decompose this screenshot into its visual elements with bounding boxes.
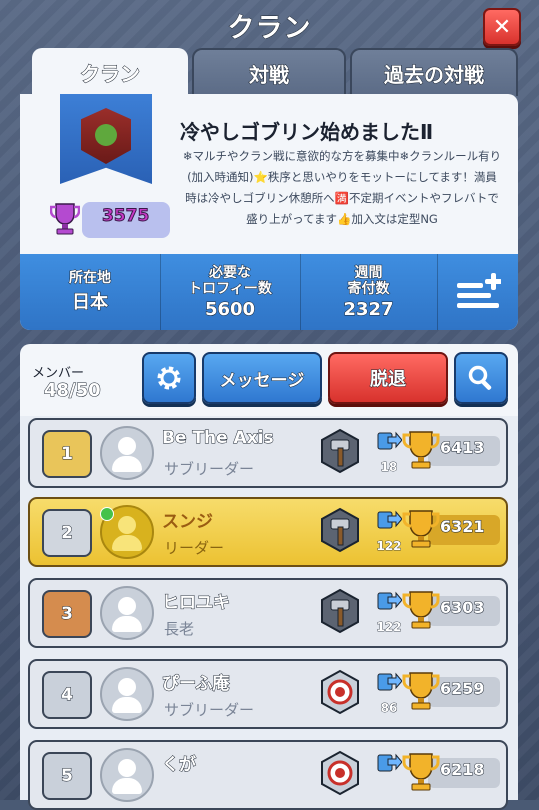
- list-add-icon: [456, 273, 501, 308]
- member-donations: 86: [380, 701, 398, 716]
- tab-clan[interactable]: クラン: [32, 48, 188, 96]
- tab-past-wars[interactable]: 過去の対戦: [350, 48, 518, 96]
- clan-stats-bar: 所在地 日本 必要な トロフィー数 5600 週間 寄付数 2327: [20, 254, 518, 330]
- close-button[interactable]: ✕: [483, 8, 521, 46]
- gear-icon: [157, 366, 181, 390]
- members-count: 48/50: [44, 380, 102, 402]
- close-icon: ✕: [492, 14, 512, 40]
- trophy-icon: [402, 753, 440, 791]
- tab-bar: クラン 対戦 過去の対戦: [32, 48, 518, 96]
- clan-menu-button[interactable]: [437, 254, 518, 330]
- stat-required-value: 5600: [204, 298, 256, 320]
- arena-badge-icon: [321, 588, 359, 634]
- arena-badge-icon: [321, 428, 359, 474]
- member-name: スンジ: [162, 512, 213, 532]
- donation-icon: [377, 672, 402, 691]
- search-icon: [468, 365, 492, 390]
- member-rank: 4: [42, 671, 92, 719]
- stat-required-label: 必要な トロフィー数: [188, 264, 273, 297]
- stat-location: 所在地 日本: [20, 254, 161, 330]
- stat-weekly-value: 2327: [343, 298, 394, 320]
- member-name: Be The Axis: [162, 428, 275, 449]
- arena-badge-icon: [321, 669, 359, 715]
- member-role: サブリーダー: [164, 701, 255, 719]
- trophy-icon: [402, 591, 440, 629]
- arena-badge-icon: [321, 750, 359, 796]
- member-rank: 2: [42, 509, 92, 557]
- search-button[interactable]: [454, 352, 508, 404]
- donation-icon: [377, 431, 402, 450]
- member-row[interactable]: 3 ヒロユキ長老 122 6303: [28, 578, 508, 648]
- clan-info-panel: 冷やしゴブリン始めましたⅡ ❄マルチやクラン戦に意欲的な方を募集中❄クランルール…: [20, 94, 518, 330]
- clan-description: ❄マルチやクラン戦に意欲的な方を募集中❄クランルール有り(加入時通知)⭐秩序と思…: [182, 149, 502, 226]
- member-name: ぴーふ庵: [161, 674, 230, 695]
- member-trophies: 6413: [440, 438, 486, 458]
- stat-weekly-label: 週間 寄付数: [347, 264, 390, 297]
- clan-name: 冷やしゴブリン始めましたⅡ: [180, 120, 434, 144]
- avatar: [100, 667, 154, 721]
- trophy-icon: [402, 431, 440, 469]
- member-row[interactable]: 2 スンジリーダー 122 6321: [28, 497, 508, 567]
- member-row[interactable]: 1 Be The Axis サブリーダー 18 6413: [28, 418, 508, 488]
- avatar: [100, 748, 154, 802]
- member-trophies: 6303: [440, 598, 486, 618]
- arena-badge-icon: [321, 507, 359, 553]
- member-role: 長老: [164, 620, 195, 638]
- member-donations: 122: [376, 539, 402, 554]
- members-label: メンバー: [32, 366, 85, 381]
- avatar: [100, 586, 154, 640]
- leave-button[interactable]: 脱退: [328, 352, 448, 404]
- member-donations: 18: [380, 460, 398, 475]
- member-rank: 5: [42, 752, 92, 800]
- stat-required-trophies: 必要な トロフィー数 5600: [160, 254, 301, 330]
- stat-location-value: 日本: [72, 292, 109, 314]
- stat-location-label: 所在地: [69, 270, 112, 287]
- member-rank: 3: [42, 590, 92, 638]
- member-trophies: 6259: [440, 679, 486, 699]
- trophy-icon: [402, 510, 440, 548]
- member-name: ヒロユキ: [162, 593, 231, 614]
- settings-button[interactable]: [142, 352, 196, 404]
- stat-weekly-donations: 週間 寄付数 2327: [300, 254, 438, 330]
- member-role: サブリーダー: [164, 460, 255, 478]
- trophy-icon: [402, 672, 440, 710]
- member-row[interactable]: 4 ぴーふ庵サブリーダー 86 6259: [28, 659, 508, 729]
- clan-trophy-count: 3575: [101, 206, 150, 227]
- member-name: くが: [162, 755, 197, 776]
- clan-trophy-icon: [50, 203, 80, 235]
- donation-icon: [377, 591, 402, 610]
- tab-war[interactable]: 対戦: [192, 48, 346, 96]
- donation-icon: [377, 753, 402, 772]
- member-donations: 122: [376, 620, 402, 635]
- member-trophies: 6321: [440, 517, 486, 537]
- page-title: クラン: [227, 13, 312, 45]
- donation-icon: [377, 510, 402, 529]
- message-button[interactable]: メッセージ: [202, 352, 322, 404]
- avatar: [100, 426, 154, 480]
- online-indicator: [100, 507, 114, 521]
- member-role: リーダー: [164, 539, 225, 557]
- member-trophies: 6218: [440, 760, 486, 780]
- member-rank: 1: [42, 430, 92, 478]
